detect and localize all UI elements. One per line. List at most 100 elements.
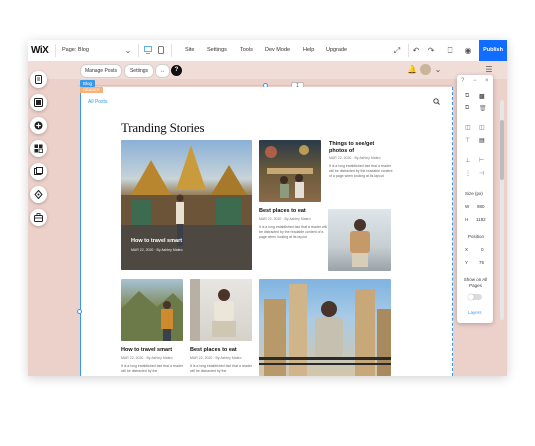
- paste-icon[interactable]: ▩: [479, 93, 485, 100]
- editor-window: WiX Page: Blog ⌄ Site Settings Tools Dev…: [28, 40, 507, 376]
- add-button[interactable]: [30, 117, 47, 134]
- blog-tag: Blog: [80, 80, 96, 87]
- post-title[interactable]: Things to see/get photos of: [329, 141, 389, 155]
- menu-upgrade[interactable]: Upgrade: [326, 40, 347, 61]
- post-excerpt: It is a long established fact that a rea…: [190, 364, 253, 373]
- background-icon: [34, 98, 43, 107]
- briefcase-icon: [34, 213, 43, 222]
- wix-logo: WiX: [31, 45, 49, 56]
- settings-button[interactable]: Settings: [124, 64, 154, 78]
- mobile-view-icon[interactable]: [155, 40, 167, 61]
- post-image-ledge[interactable]: [328, 209, 391, 271]
- separator: [408, 44, 409, 57]
- pages-icon: [35, 75, 42, 84]
- post-meta: MAR 22, 2020 · By Ashley Mateo: [121, 356, 173, 360]
- show-all-pages-toggle[interactable]: [468, 294, 482, 300]
- publish-button[interactable]: Publish: [479, 40, 507, 61]
- menu-site[interactable]: Site: [185, 40, 194, 61]
- copy-icon[interactable]: ⧉: [465, 93, 469, 100]
- post-title[interactable]: How to travel smart: [131, 238, 182, 244]
- stretch-icon[interactable]: ↔: [155, 64, 170, 78]
- height-label: H: [465, 217, 469, 222]
- notification-bell-icon[interactable]: 🔔: [406, 59, 418, 80]
- width-value[interactable]: 980: [477, 204, 485, 209]
- post-image-temple[interactable]: How to travel smart MAR 22, 2020 · By As…: [121, 140, 252, 270]
- duplicate-icon[interactable]: ⧉: [465, 105, 469, 112]
- post-image-market[interactable]: [259, 140, 321, 202]
- properties-panel: ? − × ⧉ ▩ ⧉ 🗑 ◫ ◫ ⊤ ▤ ⊥ ⊢ ⋮ ⊣ Size (px) …: [457, 75, 493, 323]
- zoom-out-icon[interactable]: ⤢: [391, 40, 403, 61]
- business-button[interactable]: [30, 209, 47, 226]
- scrollbar[interactable]: [500, 100, 504, 320]
- city-photo: [259, 284, 391, 376]
- arrange-backward-icon[interactable]: ◫: [479, 124, 485, 131]
- post-title[interactable]: How to travel smart: [121, 347, 172, 353]
- desktop-view-icon[interactable]: [142, 40, 154, 61]
- redo-icon[interactable]: ↷: [425, 40, 437, 61]
- menus-pages-button[interactable]: [30, 71, 47, 88]
- background-button[interactable]: [30, 94, 47, 111]
- media-button[interactable]: [30, 163, 47, 180]
- market-photo: [265, 145, 313, 198]
- manage-posts-button[interactable]: Manage Posts: [80, 64, 122, 78]
- post-meta: MAR 22, 2020 · By Ashley Mateo: [259, 217, 311, 221]
- chevron-down-icon[interactable]: ⌄: [432, 59, 444, 80]
- undo-icon[interactable]: ↶: [410, 40, 422, 61]
- width-label: W: [465, 204, 470, 209]
- y-value[interactable]: 75: [479, 260, 484, 265]
- hills-photo: [121, 291, 183, 341]
- resize-handle[interactable]: [77, 309, 82, 314]
- align-top-icon[interactable]: ⊥: [465, 157, 470, 164]
- post-title[interactable]: Best places to eat: [259, 208, 306, 214]
- add-apps-button[interactable]: [30, 140, 47, 157]
- post-title[interactable]: Best places to eat: [190, 347, 237, 353]
- layers-button[interactable]: Layers: [468, 310, 482, 315]
- arrange-forward-icon[interactable]: ◫: [465, 124, 471, 131]
- help-icon[interactable]: ?: [171, 65, 182, 76]
- delete-icon[interactable]: 🗑: [479, 105, 487, 112]
- pen-icon: [34, 190, 43, 199]
- size-label: Size (px): [465, 191, 483, 196]
- mobile-friendly-icon[interactable]: ⎕: [444, 40, 456, 61]
- height-value[interactable]: 1182: [476, 217, 486, 222]
- avatar[interactable]: [420, 64, 431, 75]
- distribute-icon[interactable]: ⋮: [465, 170, 471, 177]
- x-label: X: [465, 247, 469, 252]
- preview-eye-icon[interactable]: ◉: [462, 40, 474, 61]
- menu-dev-mode[interactable]: Dev Mode: [265, 40, 290, 61]
- menu-settings[interactable]: Settings: [207, 40, 227, 61]
- blog-button[interactable]: [30, 186, 47, 203]
- post-excerpt: It is a long established fact that a rea…: [259, 225, 327, 239]
- media-icon: [34, 167, 43, 175]
- header-tag: HEADER: [80, 87, 103, 93]
- align-left-icon[interactable]: ⊢: [479, 157, 484, 164]
- plus-icon: [34, 121, 43, 130]
- post-excerpt: It is a long established fact that a rea…: [121, 364, 184, 373]
- post-image-sitting[interactable]: [190, 279, 252, 341]
- menu-tools[interactable]: Tools: [240, 40, 253, 61]
- apps-icon: [34, 144, 43, 153]
- post-image-city[interactable]: [259, 279, 391, 376]
- page-canvas[interactable]: All Posts Tranding Stories How to travel…: [80, 87, 453, 376]
- minimize-icon[interactable]: −: [473, 78, 477, 84]
- post-meta: MAR 22, 2020 · By Ashley Mateo: [131, 248, 183, 252]
- align-center-icon[interactable]: ⊤: [465, 137, 470, 144]
- page-selector[interactable]: Page: Blog: [62, 40, 89, 61]
- post-image-hills[interactable]: [121, 279, 183, 341]
- chevron-down-icon[interactable]: ⌄: [122, 40, 134, 61]
- position-label: Position: [468, 234, 485, 239]
- x-value[interactable]: 0: [481, 247, 484, 252]
- post-meta: MAR 22, 2020 · By Ashley Mateo: [329, 156, 381, 160]
- separator: [138, 44, 139, 57]
- all-posts-link[interactable]: All Posts: [88, 99, 107, 105]
- help-icon[interactable]: ?: [461, 78, 464, 84]
- close-icon[interactable]: ×: [485, 78, 489, 84]
- menu-help[interactable]: Help: [303, 40, 314, 61]
- align-middle-icon[interactable]: ▤: [479, 137, 485, 144]
- page-title: Tranding Stories: [121, 120, 205, 135]
- separator: [171, 44, 172, 57]
- post-excerpt: It is a long established fact that a rea…: [329, 164, 393, 178]
- y-label: Y: [465, 260, 469, 265]
- align-right-icon[interactable]: ⊣: [479, 170, 484, 177]
- search-icon[interactable]: [433, 98, 440, 105]
